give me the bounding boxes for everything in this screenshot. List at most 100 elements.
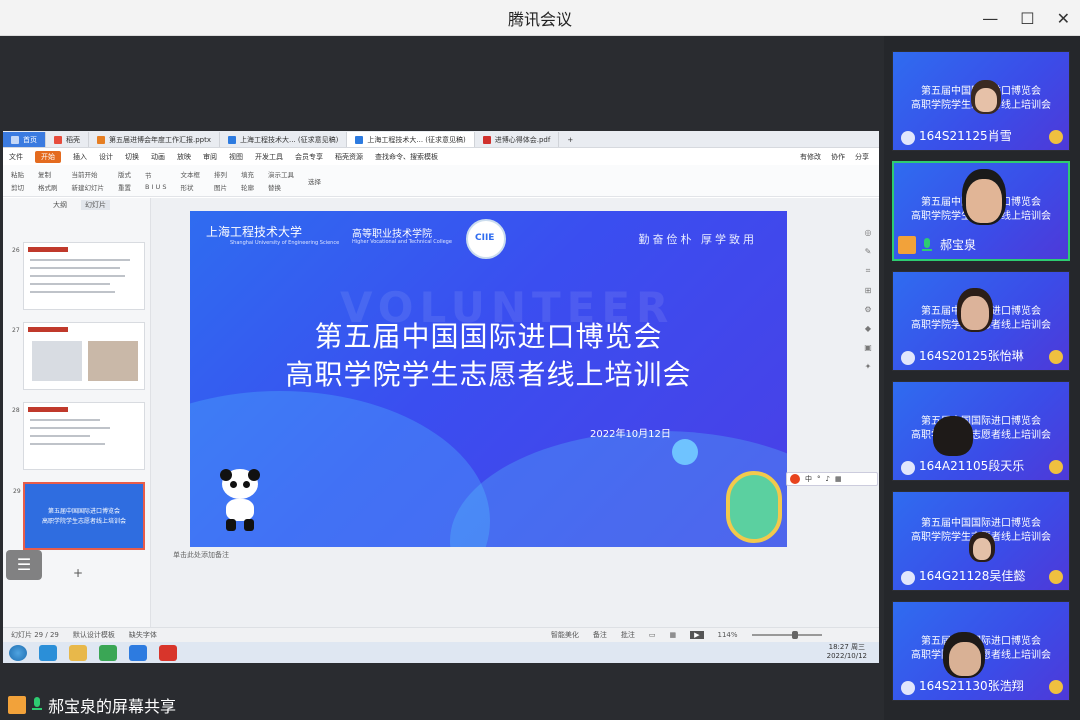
tool-icon[interactable]: ◆ bbox=[865, 324, 871, 333]
paste-button[interactable]: 粘贴 bbox=[11, 169, 24, 179]
maximize-icon[interactable]: ☐ bbox=[1020, 9, 1034, 28]
menu-animation[interactable]: 动画 bbox=[151, 152, 165, 162]
menu-share[interactable]: 分享 bbox=[855, 152, 869, 162]
comments-toggle[interactable]: 批注 bbox=[621, 630, 635, 640]
thumb-line bbox=[30, 275, 125, 277]
menu-insert[interactable]: 插入 bbox=[73, 152, 87, 162]
fill-button[interactable]: 填充 bbox=[241, 169, 254, 179]
ime-mode-icon[interactable]: 中 bbox=[805, 474, 812, 484]
wps-icon[interactable] bbox=[159, 644, 177, 661]
ie-icon[interactable] bbox=[39, 644, 57, 661]
from-current-button[interactable]: 当前开始 bbox=[72, 169, 105, 179]
wps-tab-doc-1[interactable]: 上海工程技术大... (征求意见稿) bbox=[220, 132, 348, 147]
menu-docer-resources[interactable]: 稻壳资源 bbox=[335, 152, 363, 162]
new-slide-button[interactable]: 新建幻灯片 bbox=[72, 182, 105, 192]
slide-thumb-26[interactable]: 26 bbox=[12, 242, 145, 310]
mic-icon[interactable] bbox=[32, 697, 42, 713]
mic-muted-icon bbox=[901, 571, 915, 585]
smart-beautify-button[interactable]: 智能美化 bbox=[551, 630, 579, 640]
theme-name[interactable]: 默认设计模板 bbox=[73, 630, 115, 640]
participant-tile[interactable]: 第五届中国国际进口博览会 高职学院学生志愿者线上培训会 164S21125肖雪 bbox=[892, 51, 1070, 151]
menu-view[interactable]: 视图 bbox=[229, 152, 243, 162]
slide-thumb-28[interactable]: 28 bbox=[12, 402, 145, 470]
normal-view-icon[interactable]: ▭ bbox=[649, 631, 656, 639]
ribbon-group-layout: 版式 重置 bbox=[118, 169, 131, 192]
sogou-icon[interactable] bbox=[790, 474, 800, 484]
tool-icon[interactable]: ✎ bbox=[865, 247, 872, 256]
start-button-icon[interactable] bbox=[9, 644, 27, 661]
menu-start[interactable]: 开始 bbox=[35, 150, 61, 163]
tool-icon[interactable]: ◎ bbox=[865, 228, 872, 237]
mic-icon[interactable]: ♪ bbox=[826, 475, 830, 483]
close-icon[interactable]: ✕ bbox=[1057, 9, 1070, 28]
right-tool-strip: ◎ ✎ ⌗ ⊞ ⚙ ◆ ▣ ✦ bbox=[861, 228, 875, 458]
tool-icon[interactable]: ▣ bbox=[864, 343, 872, 352]
cut-button[interactable]: 剪切 bbox=[11, 182, 24, 192]
outline-tab[interactable]: 大纲 bbox=[53, 200, 67, 210]
menu-dev-tools[interactable]: 开发工具 bbox=[255, 152, 283, 162]
menu-modified[interactable]: 有修改 bbox=[800, 152, 821, 162]
menu-transition[interactable]: 切换 bbox=[125, 152, 139, 162]
wps-tab-home[interactable]: 首页 bbox=[3, 132, 46, 147]
arrange-button[interactable]: 排列 bbox=[214, 169, 227, 179]
menu-collab[interactable]: 协作 bbox=[831, 152, 845, 162]
thumb-subtitle: 高职学院学生志愿者线上培训会 bbox=[41, 518, 126, 525]
missing-font[interactable]: 缺失字体 bbox=[129, 630, 157, 640]
wps-tab-doc-2[interactable]: 上海工程技术大... (征求意见稿) bbox=[347, 132, 475, 147]
menu-review[interactable]: 审阅 bbox=[203, 152, 217, 162]
wps-workspace: 大纲 幻灯片 26 27 28 29 第五届中国国际进口博览会 高职学院学生志愿… bbox=[3, 198, 879, 628]
tool-icon[interactable]: ✦ bbox=[865, 362, 872, 371]
wps-tab-ppt[interactable]: 第五届进博会年度工作汇报.pptx bbox=[89, 132, 220, 147]
slides-tab[interactable]: 幻灯片 bbox=[81, 200, 110, 210]
shape-button[interactable]: 形状 bbox=[180, 182, 200, 192]
thumb-image bbox=[32, 341, 82, 381]
slide-title-line2: 高职学院学生志愿者线上培训会 bbox=[285, 358, 692, 391]
slide-thumb-29[interactable]: 29 第五届中国国际进口博览会 高职学院学生志愿者线上培训会 bbox=[13, 482, 145, 550]
select-button[interactable]: 选择 bbox=[308, 176, 321, 186]
section-button[interactable]: 节 bbox=[145, 170, 166, 180]
add-slide-icon[interactable]: + bbox=[73, 566, 83, 580]
menu-member[interactable]: 会员专享 bbox=[295, 152, 323, 162]
reset-button[interactable]: 重置 bbox=[118, 182, 131, 192]
tool-icon[interactable]: ⚙ bbox=[864, 305, 871, 314]
slide-number: 28 bbox=[12, 407, 20, 414]
participant-tile[interactable]: 第五届中国国际进口博览会 高职学院学生志愿者线上培训会 164A21105段天乐 bbox=[892, 381, 1070, 481]
textbox-button[interactable]: 文本框 bbox=[180, 169, 200, 179]
grid-view-icon[interactable]: ▦ bbox=[669, 631, 676, 639]
meeting-app-icon[interactable] bbox=[129, 644, 147, 661]
notes-toggle[interactable]: 备注 bbox=[593, 630, 607, 640]
format-painter-button[interactable]: 格式刷 bbox=[38, 182, 58, 192]
play-icon[interactable]: ▶ bbox=[690, 631, 704, 639]
layout-button[interactable]: 版式 bbox=[118, 169, 131, 179]
keyboard-icon[interactable]: ▦ bbox=[835, 475, 842, 483]
wps-tab-docer[interactable]: 稻壳 bbox=[46, 132, 89, 147]
picture-button[interactable]: 图片 bbox=[214, 182, 227, 192]
minimize-icon[interactable]: — bbox=[982, 9, 998, 28]
present-tools-button[interactable]: 演示工具 bbox=[268, 169, 294, 179]
menu-design[interactable]: 设计 bbox=[99, 152, 113, 162]
menu-file[interactable]: 文件 bbox=[9, 152, 23, 162]
tool-icon[interactable]: ⌗ bbox=[866, 266, 871, 276]
participant-tile[interactable]: 第五届中国国际进口博览会 高职学院学生志愿者线上培训会 164S21130张浩翔 bbox=[892, 601, 1070, 701]
menu-slideshow[interactable]: 放映 bbox=[177, 152, 191, 162]
university-logo-text: 上海工程技术大学 bbox=[206, 225, 303, 239]
punct-icon[interactable]: ° bbox=[817, 475, 821, 483]
new-tab-button[interactable]: + bbox=[559, 132, 581, 147]
slide-thumb-27[interactable]: 27 bbox=[12, 322, 145, 390]
command-search[interactable]: 查找命令、搜索模板 bbox=[375, 152, 438, 162]
participant-tile[interactable]: 第五届中国国际进口博览会 高职学院学生志愿者线上培训会 164G21128吴佳懿 bbox=[892, 491, 1070, 591]
participant-tile-speaking[interactable]: 第五届中国国际进口博览会 高职学院学生志愿者线上培训会 郝宝泉 bbox=[892, 161, 1070, 261]
notes-area[interactable]: 单击此处添加备注 bbox=[151, 548, 879, 562]
zoom-slider[interactable] bbox=[751, 631, 822, 639]
tool-icon[interactable]: ⊞ bbox=[865, 286, 872, 295]
explorer-icon[interactable] bbox=[69, 644, 87, 661]
browser-icon[interactable] bbox=[99, 644, 117, 661]
font-bold-icon[interactable]: B I U S bbox=[145, 183, 166, 191]
copy-button[interactable]: 复制 bbox=[38, 169, 58, 179]
replace-button[interactable]: 替换 bbox=[268, 182, 294, 192]
menu-icon[interactable]: ☰ bbox=[6, 550, 42, 580]
zoom-level[interactable]: 114% bbox=[718, 631, 738, 639]
outline-button[interactable]: 轮廓 bbox=[241, 182, 254, 192]
participant-tile[interactable]: 第五届中国国际进口博览会 高职学院学生志愿者线上培训会 164S20125张怡琳 bbox=[892, 271, 1070, 371]
wps-tab-pdf[interactable]: 进博心得体会.pdf bbox=[475, 132, 560, 147]
